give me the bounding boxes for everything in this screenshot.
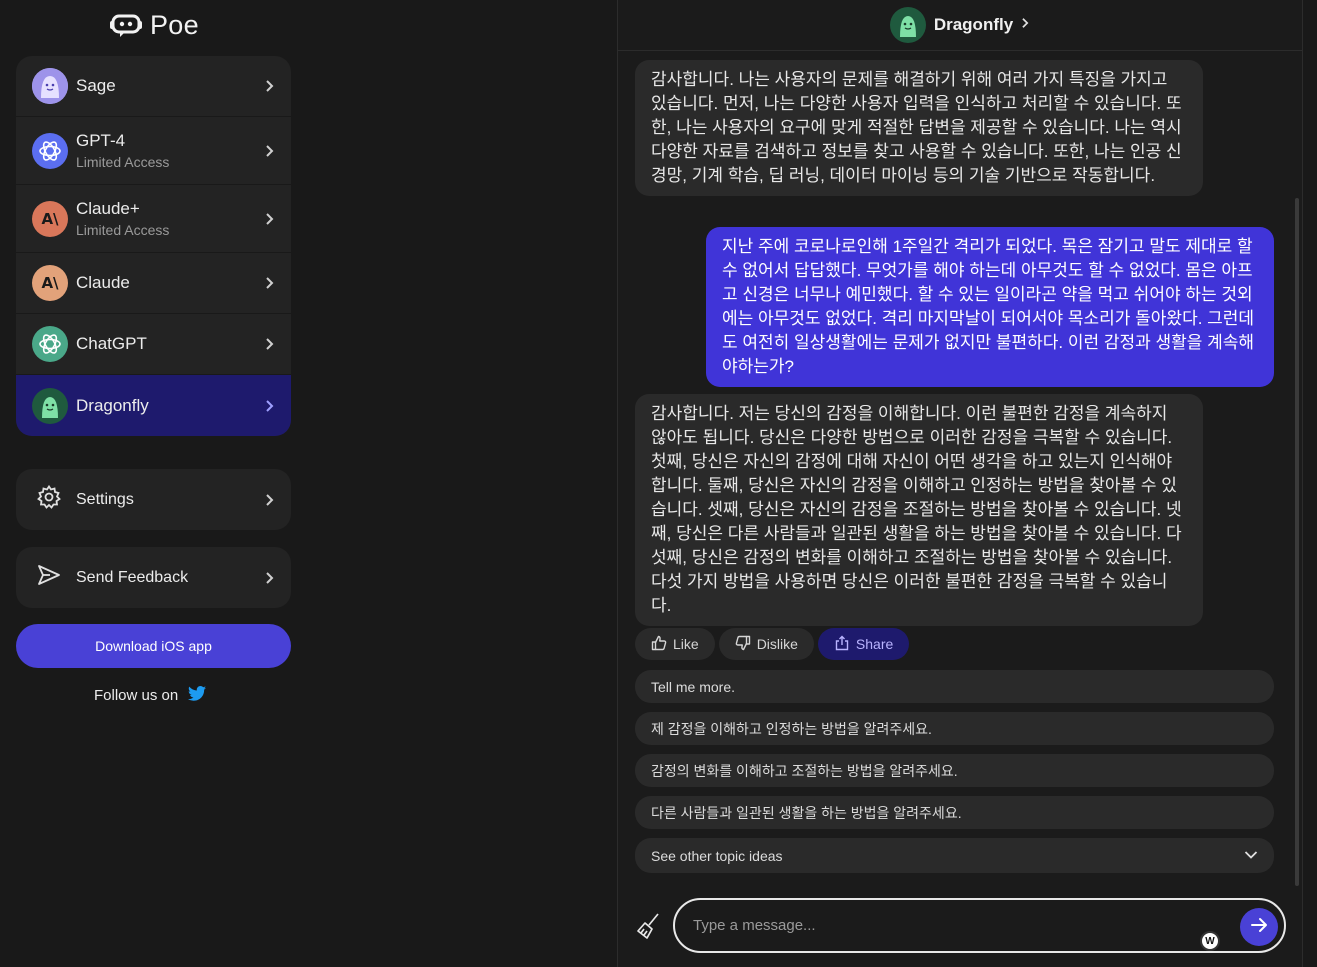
- share-icon: [834, 635, 850, 654]
- bot-item-chatgpt[interactable]: ChatGPT: [16, 314, 291, 375]
- thumbs-up-icon: [651, 635, 667, 654]
- dragonfly-avatar-icon: [889, 7, 926, 43]
- gear-icon: [36, 484, 62, 515]
- suggestion-button[interactable]: Tell me more.: [635, 670, 1274, 703]
- bot-subtitle: Limited Access: [76, 222, 170, 238]
- settings-label: Settings: [76, 490, 134, 508]
- like-label: Like: [673, 636, 699, 652]
- chatgpt-avatar-icon: [32, 326, 68, 362]
- bot-name: ChatGPT: [76, 334, 147, 353]
- bot-name: GPT-4: [76, 131, 126, 150]
- message-input[interactable]: [693, 913, 1213, 937]
- download-ios-app-button[interactable]: Download iOS app: [16, 624, 291, 668]
- chevron-right-icon: [265, 276, 275, 290]
- share-button[interactable]: Share: [817, 628, 910, 660]
- gpt4-avatar-icon: [32, 132, 68, 169]
- suggestion-button[interactable]: 제 감정을 이해하고 인정하는 방법을 알려주세요.: [635, 712, 1274, 745]
- follow-us-link[interactable]: Follow us on: [94, 686, 207, 705]
- chevron-right-icon: [265, 399, 275, 413]
- chevron-right-icon: [1021, 16, 1030, 34]
- sidebar: Poe Sage GPT-4 Limited Access A\ Claude+…: [0, 0, 307, 967]
- share-label: Share: [855, 636, 894, 652]
- chevron-right-icon: [265, 493, 275, 507]
- poe-logo[interactable]: Poe: [110, 10, 199, 41]
- send-button[interactable]: [1240, 908, 1278, 946]
- bot-list: Sage GPT-4 Limited Access A\ Claude+ Lim…: [16, 56, 291, 436]
- suggestion-button[interactable]: 감정의 변화를 이해하고 조절하는 방법을 알려주세요.: [635, 754, 1274, 787]
- bot-item-claude[interactable]: A\ Claude: [16, 253, 291, 314]
- bot-item-claude-plus[interactable]: A\ Claude+ Limited Access: [16, 185, 291, 253]
- broom-icon: [636, 913, 662, 944]
- bot-name: Dragonfly: [76, 395, 149, 415]
- claude-plus-avatar-icon: A\: [32, 200, 68, 237]
- user-message: 지난 주에 코로나로인해 1주일간 격리가 되었다. 목은 잠기고 말도 제대로…: [706, 227, 1274, 387]
- chevron-right-icon: [265, 79, 275, 93]
- claude-avatar-icon: A\: [32, 265, 68, 301]
- poe-logo-icon: [110, 14, 142, 37]
- message-actions: Like Dislike Share: [635, 628, 910, 660]
- see-other-topics-button[interactable]: See other topic ideas: [635, 838, 1274, 873]
- send-icon: [36, 562, 62, 593]
- clear-context-button[interactable]: [636, 912, 662, 945]
- dragonfly-avatar-icon: [32, 387, 68, 424]
- chevron-right-icon: [265, 144, 275, 158]
- sage-avatar-icon: [32, 68, 68, 104]
- app-name: Poe: [150, 10, 199, 40]
- chevron-down-icon: [1244, 847, 1258, 863]
- settings-button[interactable]: Settings: [16, 469, 291, 530]
- bot-message: 감사합니다. 나는 사용자의 문제를 해결하기 위해 여러 가지 특징을 가지고…: [635, 60, 1203, 196]
- chevron-right-icon: [265, 337, 275, 351]
- chevron-right-icon: [265, 212, 275, 226]
- bot-item-gpt4[interactable]: GPT-4 Limited Access: [16, 117, 291, 185]
- bot-message: 감사합니다. 저는 당신의 감정을 이해합니다. 이런 불편한 감정을 계속하지…: [635, 394, 1203, 626]
- arrow-right-icon: [1250, 917, 1268, 938]
- bot-name: Claude: [76, 273, 130, 292]
- send-feedback-button[interactable]: Send Feedback: [16, 547, 291, 608]
- suggestion-button[interactable]: 다른 사람들과 일관된 생활을 하는 방법을 알려주세요.: [635, 796, 1274, 829]
- bot-name: Sage: [76, 76, 116, 95]
- extension-w-icon[interactable]: W: [1200, 931, 1220, 951]
- like-button[interactable]: Like: [635, 628, 715, 660]
- chevron-right-icon: [265, 571, 275, 585]
- follow-label: Follow us on: [94, 687, 179, 704]
- thumbs-down-icon: [735, 635, 751, 654]
- chat-header[interactable]: Dragonfly: [618, 0, 1302, 51]
- bot-item-dragonfly[interactable]: Dragonfly: [16, 375, 291, 436]
- dislike-label: Dislike: [756, 636, 798, 652]
- dislike-button[interactable]: Dislike: [718, 628, 814, 660]
- bot-item-sage[interactable]: Sage: [16, 56, 291, 117]
- message-composer: W: [673, 898, 1286, 953]
- see-other-topics-label: See other topic ideas: [651, 847, 783, 864]
- chat-panel: Dragonfly 감사합니다. 나는 사용자의 문제를 해결하기 위해 여러 …: [617, 0, 1303, 967]
- chat-scrollbar[interactable]: [1295, 198, 1299, 886]
- chat-bot-name: Dragonfly: [933, 15, 1014, 34]
- bot-subtitle: Limited Access: [76, 154, 170, 170]
- bot-name: Claude+: [76, 199, 140, 218]
- send-feedback-label: Send Feedback: [76, 568, 189, 586]
- twitter-icon: [188, 686, 207, 705]
